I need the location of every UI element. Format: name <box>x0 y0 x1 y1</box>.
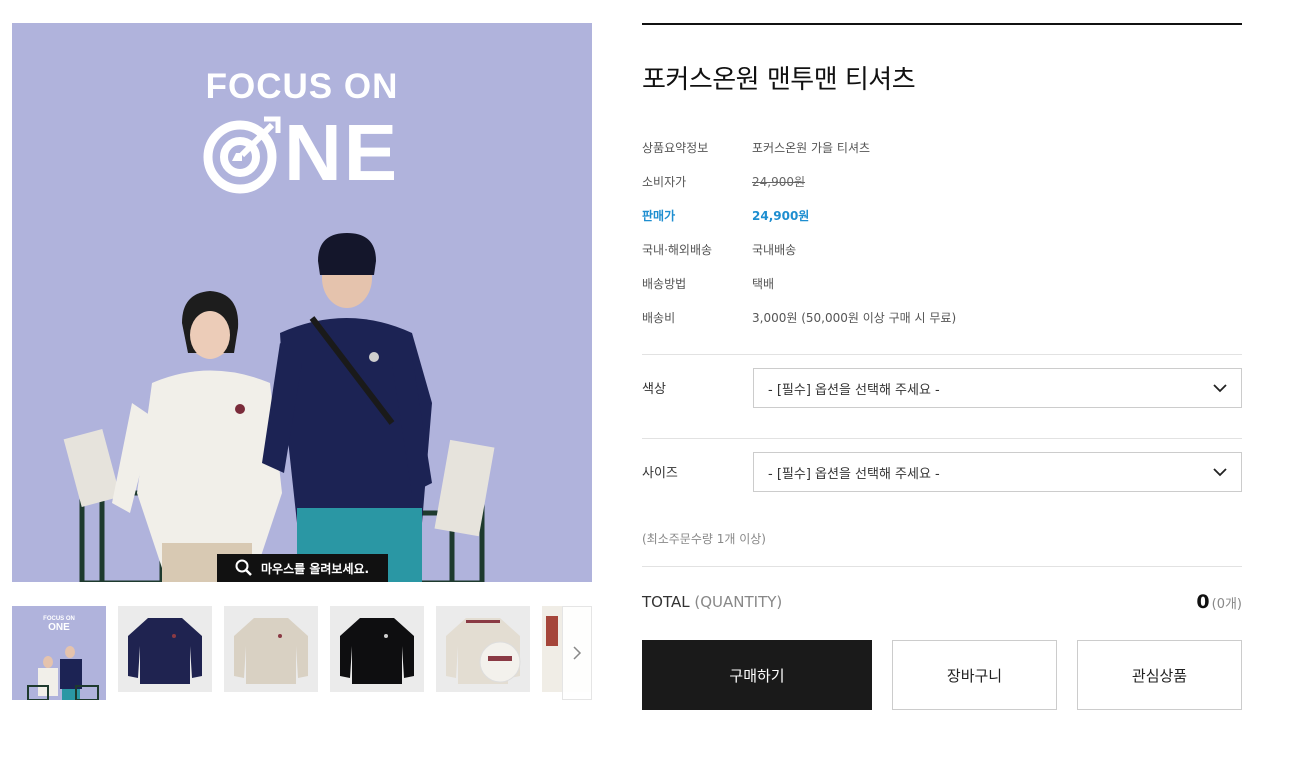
spec-value: 택배 <box>752 277 775 291</box>
total-quantity-text: (QUANTITY) <box>694 593 783 611</box>
thumbnail-3[interactable] <box>224 606 318 692</box>
spec-label: 배송방법 <box>642 277 687 291</box>
thumbnail-4[interactable] <box>330 606 424 692</box>
main-product-image[interactable]: FOCUS ON NE 마우스를 올려보세요. <box>12 23 592 582</box>
oatmeal-sweatshirt-image <box>234 618 308 684</box>
product-info-panel: 포커스온원 맨투맨 티셔츠 상품요약정보 포커스온원 가을 티셔츠 소비자가 2… <box>642 23 1242 710</box>
spec-label: 판매가 <box>642 209 676 223</box>
total-value: 0 (0개) <box>1196 591 1242 613</box>
total-count: (0개) <box>1211 597 1242 612</box>
top-divider <box>642 23 1242 25</box>
spec-value: 포커스온원 가을 티셔츠 <box>752 141 871 155</box>
divider <box>642 566 1242 567</box>
size-select-value: - [필수] 옵션을 선택해 주세요 - <box>768 466 940 482</box>
thumbnail-strip: FOCUS ON ONE <box>12 606 592 700</box>
total-amount: 0 <box>1196 591 1210 613</box>
total-text: TOTAL <box>642 593 690 611</box>
spec-label: 상품요약정보 <box>642 141 709 155</box>
color-option-label: 색상 <box>642 382 666 397</box>
chevron-down-icon <box>1213 468 1227 477</box>
divider <box>642 438 1242 439</box>
black-sweatshirt-image <box>340 618 414 684</box>
color-select-value: - [필수] 옵션을 선택해 주세요 - <box>768 382 940 398</box>
chevron-down-icon <box>1213 384 1227 393</box>
svg-text:ONE: ONE <box>48 622 70 633</box>
spec-label: 배송비 <box>642 311 676 325</box>
spec-label: 국내·해외배송 <box>642 243 713 257</box>
zoom-hint-text: 마우스를 올려보세요. <box>261 561 370 576</box>
size-option-label: 사이즈 <box>642 466 678 481</box>
color-select[interactable]: - [필수] 옵션을 선택해 주세요 - <box>753 368 1242 408</box>
thumbnail-1[interactable]: FOCUS ON ONE <box>12 606 106 700</box>
thumbnail-next-button[interactable] <box>562 606 592 700</box>
sweatshirt-detail-image <box>446 618 521 684</box>
size-select[interactable]: - [필수] 옵션을 선택해 주세요 - <box>753 452 1242 492</box>
spec-label: 소비자가 <box>642 175 687 189</box>
spec-value: 국내배송 <box>752 243 797 257</box>
navy-sweatshirt-image <box>128 618 202 684</box>
thumbnail-2[interactable] <box>118 606 212 692</box>
add-to-cart-button[interactable]: 장바구니 <box>892 640 1057 710</box>
models-photo <box>63 233 495 582</box>
min-order-note: (최소주문수량 1개 이상) <box>642 532 766 546</box>
magnifier-icon <box>235 559 252 576</box>
wishlist-button[interactable]: 관심상품 <box>1077 640 1242 710</box>
spec-value: 24,900원 <box>752 175 806 189</box>
total-label: TOTAL (QUANTITY) <box>642 593 782 611</box>
buy-button[interactable]: 구매하기 <box>642 640 872 710</box>
spec-value: 3,000원 (50,000원 이상 구매 시 무료) <box>752 311 957 325</box>
thumbnail-5[interactable] <box>436 606 530 692</box>
product-title: 포커스온원 맨투맨 티셔츠 <box>642 65 916 95</box>
divider <box>642 354 1242 355</box>
chevron-right-icon <box>573 646 582 660</box>
zoom-hint: 마우스를 올려보세요. <box>217 554 388 582</box>
thumbnail-models-image: FOCUS ON ONE <box>27 616 99 700</box>
spec-value: 24,900원 <box>752 209 810 223</box>
